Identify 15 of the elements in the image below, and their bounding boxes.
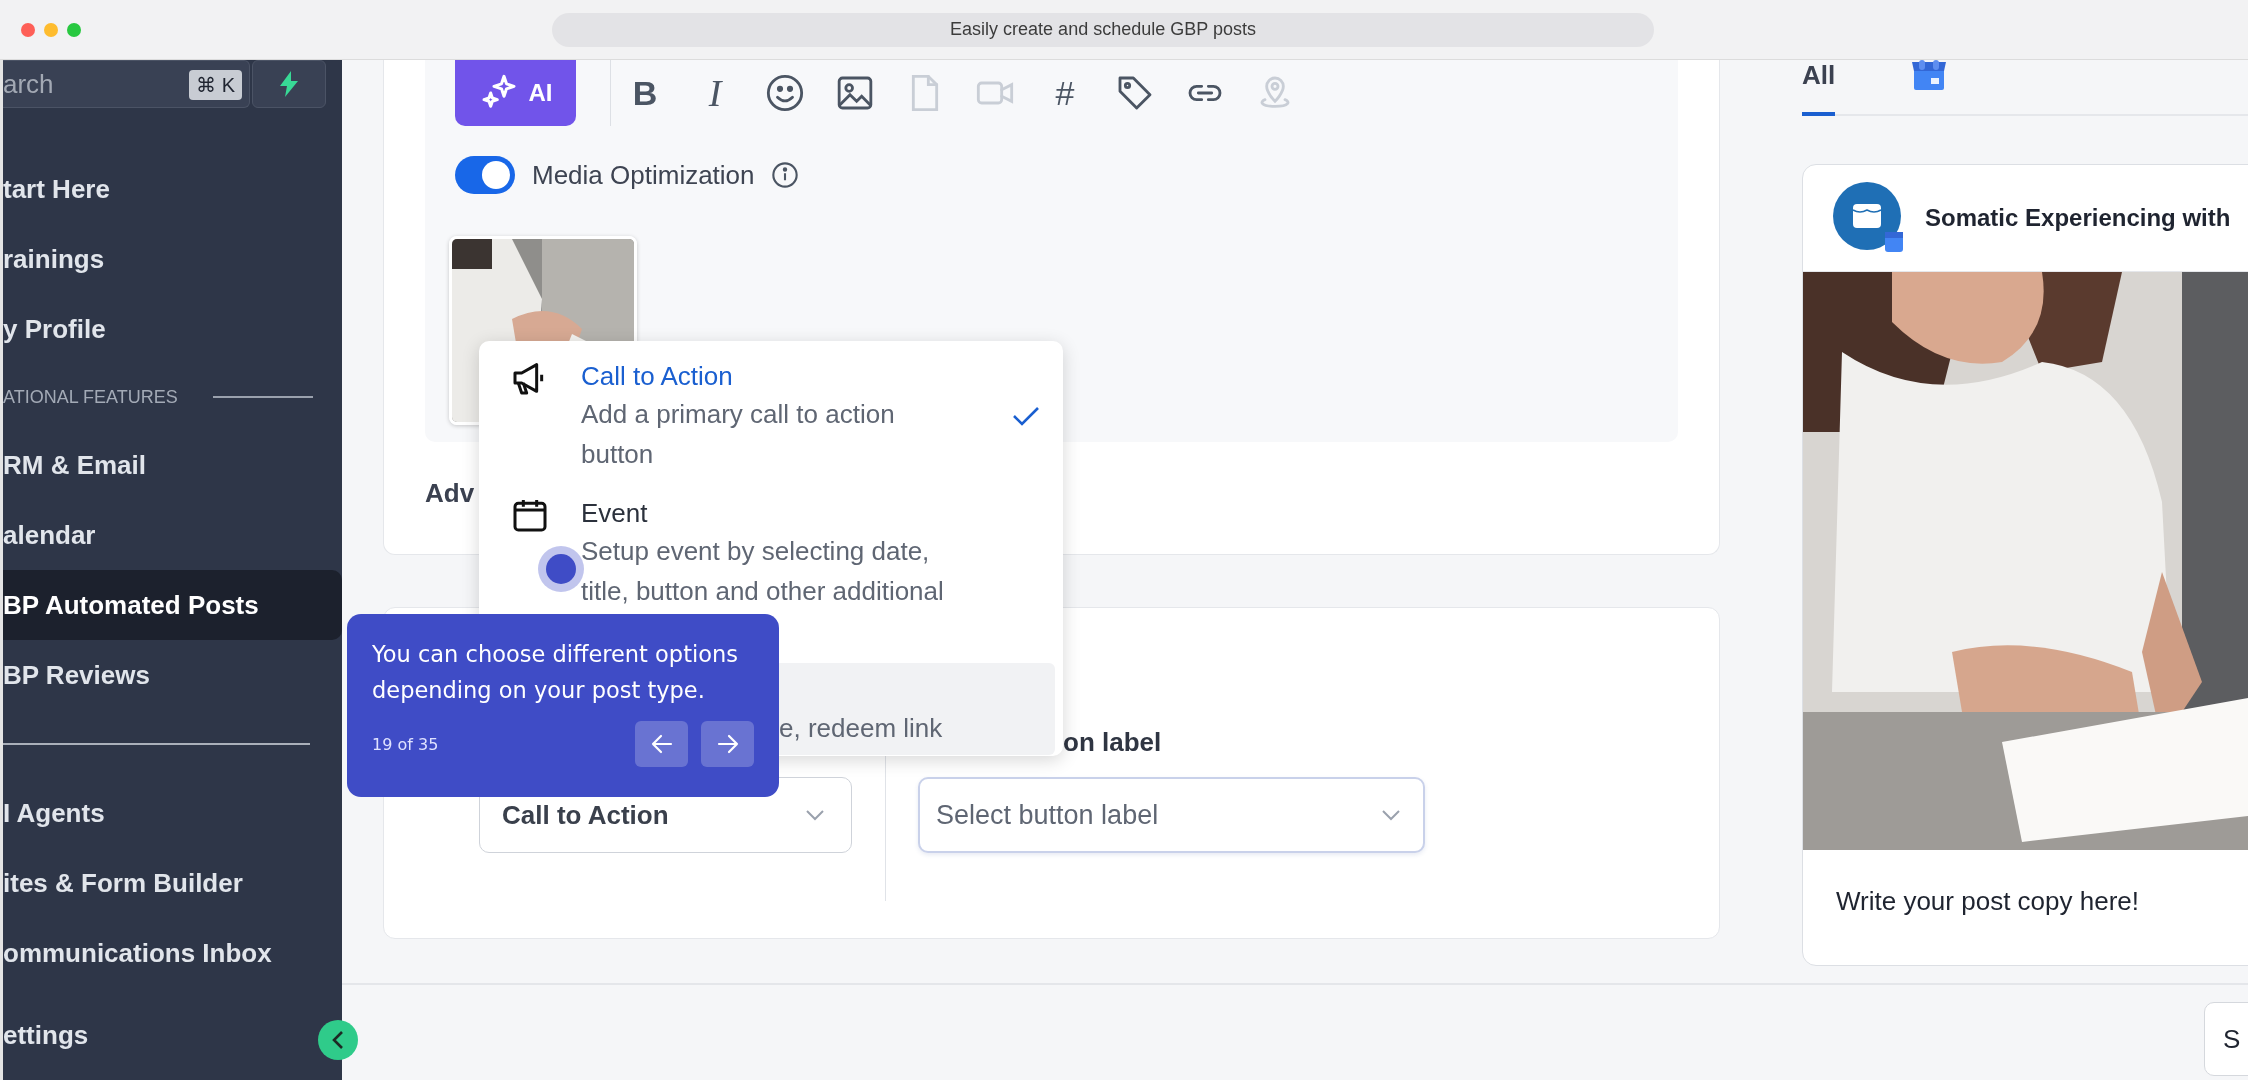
- field-label: on label: [1063, 727, 1162, 757]
- option-description: Setup event by selecting date, title, button and other additional: [581, 535, 945, 608]
- shortcut-badge: ⌘ K: [189, 70, 242, 100]
- option-title: Call to Action: [581, 360, 734, 393]
- business-name: Somatic Experiencing with: [1925, 204, 2231, 232]
- post-text: Write your post copy here!: [1835, 885, 2140, 918]
- section-heading: Adv: [425, 478, 475, 508]
- option-description: Add a primary call to action button: [581, 398, 896, 471]
- toggle-label: Media Optimization: [532, 159, 755, 191]
- option-description: e, redeem link: [779, 712, 943, 745]
- option-title: Event: [581, 497, 649, 530]
- tooltip-text: You can choose different options depending on your post type.: [372, 640, 739, 705]
- section-label: ATIONAL FEATURES: [3, 386, 178, 408]
- window-title: Easily create and schedule GBP posts: [552, 12, 1654, 47]
- step-counter: 19 of 35: [372, 734, 439, 754]
